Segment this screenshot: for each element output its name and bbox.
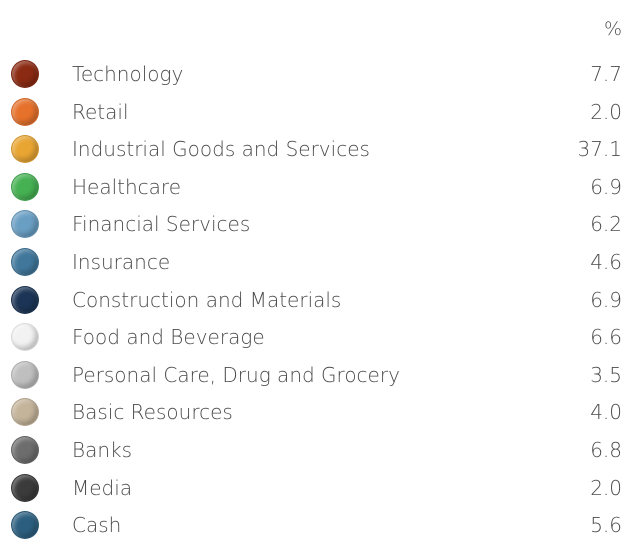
color-swatch-icon xyxy=(11,473,39,502)
legend-row: Industrial Goods and Services 37.1 xyxy=(0,130,626,168)
category-label: Healthcare xyxy=(72,174,182,199)
category-label: Financial Services xyxy=(72,212,251,237)
category-label: Cash xyxy=(72,513,122,538)
category-value: 7.7 xyxy=(590,62,622,86)
color-swatch-icon xyxy=(11,398,39,427)
legend-row: Basic Resources 4.0 xyxy=(0,393,626,431)
legend-row: Media 2.0 xyxy=(0,469,626,507)
category-value: 6.9 xyxy=(590,174,622,199)
legend-row: Healthcare 6.9 xyxy=(0,168,626,206)
color-swatch-icon xyxy=(11,135,39,164)
category-value: 4.6 xyxy=(590,250,622,274)
category-value: 3.5 xyxy=(590,362,622,387)
color-swatch-icon xyxy=(11,511,39,540)
category-value: 6.2 xyxy=(590,212,622,237)
legend-row: Financial Services 6.2 xyxy=(0,205,626,243)
legend-row: Retail 2.0 xyxy=(0,93,626,131)
category-value: 5.6 xyxy=(590,513,622,538)
category-value: 4.0 xyxy=(590,400,622,425)
category-label: Media xyxy=(72,475,133,500)
color-swatch-icon xyxy=(11,210,39,239)
category-label: Banks xyxy=(72,438,133,462)
category-value: 37.1 xyxy=(577,137,622,162)
category-value: 2.0 xyxy=(590,475,622,500)
unit-header: % xyxy=(603,18,622,40)
category-label: Basic Resources xyxy=(72,400,233,425)
category-label: Retail xyxy=(72,99,129,124)
color-swatch-icon xyxy=(11,285,39,314)
sector-legend: % Technology 7.7 Retail 2.0 Industrial Goods… xyxy=(0,0,626,540)
category-label: Construction and Materials xyxy=(72,287,342,312)
category-value: 6.9 xyxy=(590,287,622,312)
color-swatch-icon xyxy=(11,436,39,464)
legend-row: Banks 6.8 xyxy=(0,431,626,469)
legend-row: Food and Beverage 6.6 xyxy=(0,318,626,356)
category-label: Personal Care, Drug and Grocery xyxy=(72,362,400,387)
category-value: 6.6 xyxy=(590,325,622,350)
category-label: Food and Beverage xyxy=(72,325,265,350)
category-label: Industrial Goods and Services xyxy=(72,137,370,162)
legend-row: Cash 5.6 xyxy=(0,506,626,544)
legend-row: Technology 7.7 xyxy=(0,55,626,93)
color-swatch-icon xyxy=(11,360,39,389)
color-swatch-icon xyxy=(11,172,39,201)
legend-row: Construction and Materials 6.9 xyxy=(0,281,626,319)
color-swatch-icon xyxy=(11,60,39,88)
category-value: 6.8 xyxy=(590,438,622,462)
legend-row: Insurance 4.6 xyxy=(0,243,626,281)
category-label: Insurance xyxy=(72,250,171,274)
category-value: 2.0 xyxy=(590,99,622,124)
color-swatch-icon xyxy=(11,97,39,126)
color-swatch-icon xyxy=(11,248,39,276)
legend-row: Personal Care, Drug and Grocery 3.5 xyxy=(0,356,626,394)
category-label: Technology xyxy=(72,62,184,86)
color-swatch-icon xyxy=(11,323,39,352)
